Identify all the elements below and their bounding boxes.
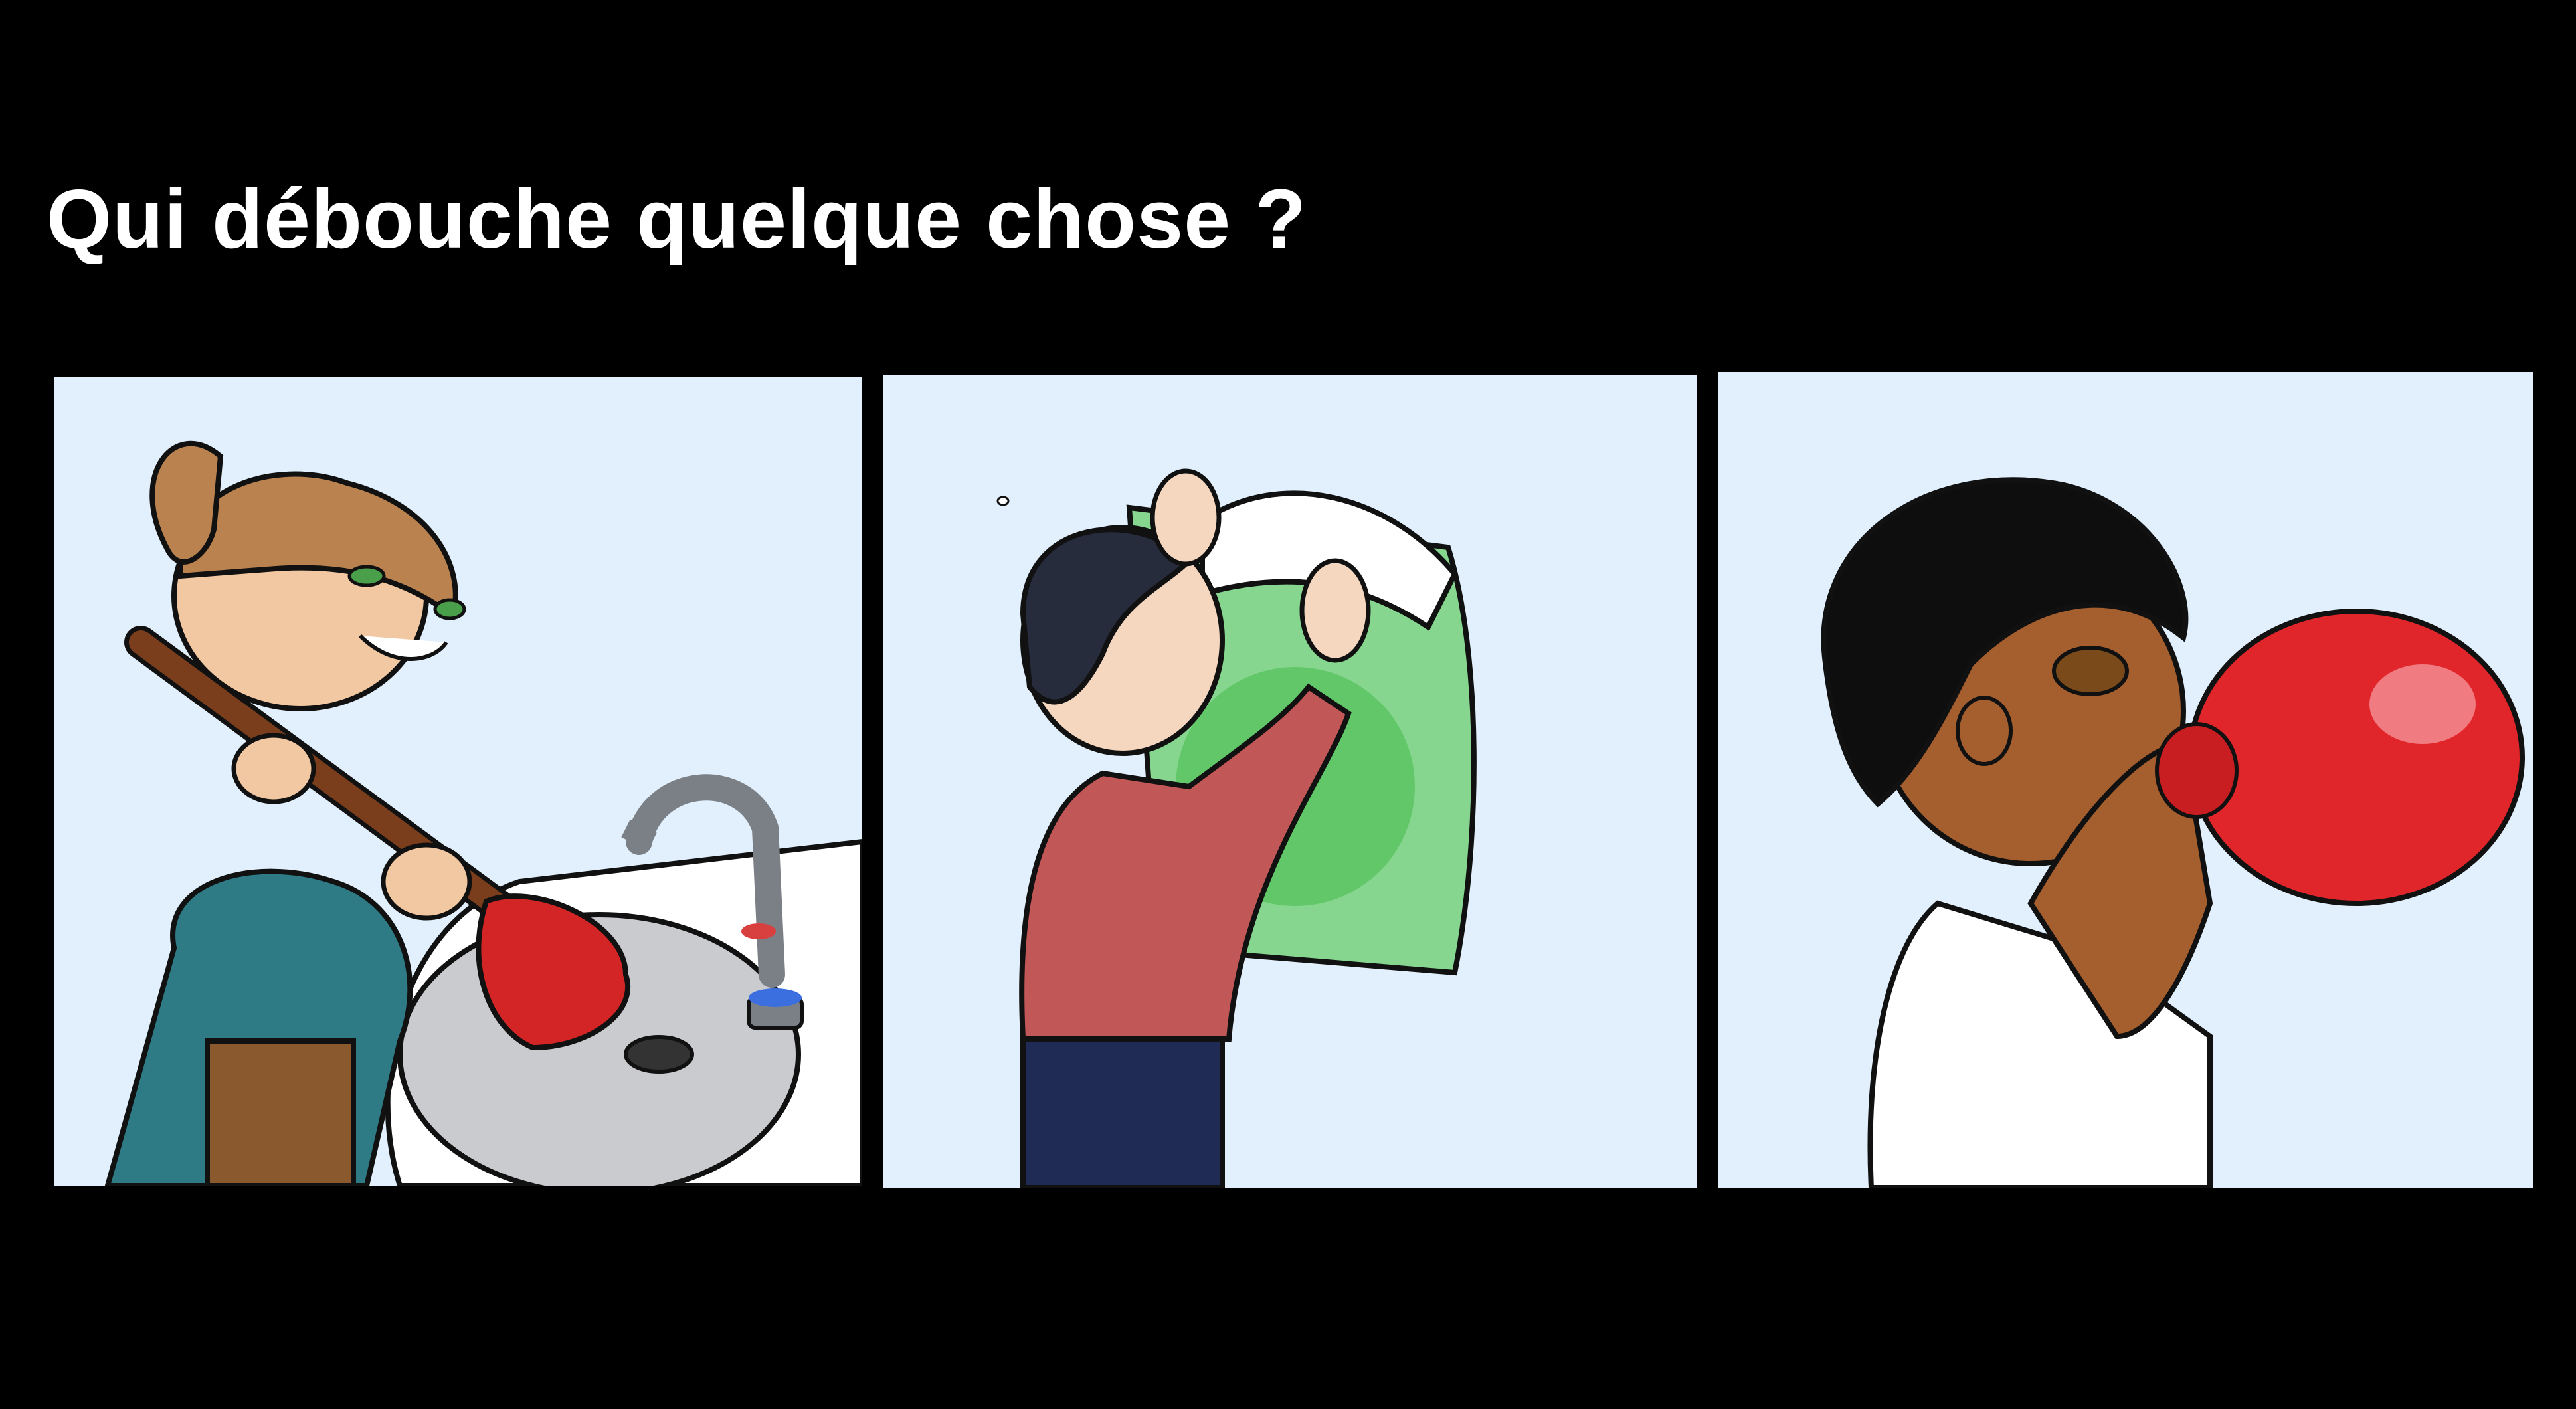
choice-panel-1[interactable] — [54, 377, 862, 1186]
balloon-blowing-illustration — [1821, 477, 2525, 1188]
question-title: Qui débouche quelque chose ? — [46, 172, 1307, 266]
plunger-sink-illustration — [104, 440, 862, 1186]
choice-panel-3[interactable] — [1718, 372, 2533, 1188]
poster-on-wall-illustration — [996, 468, 1477, 1188]
choice-panel-2[interactable] — [883, 375, 1697, 1188]
